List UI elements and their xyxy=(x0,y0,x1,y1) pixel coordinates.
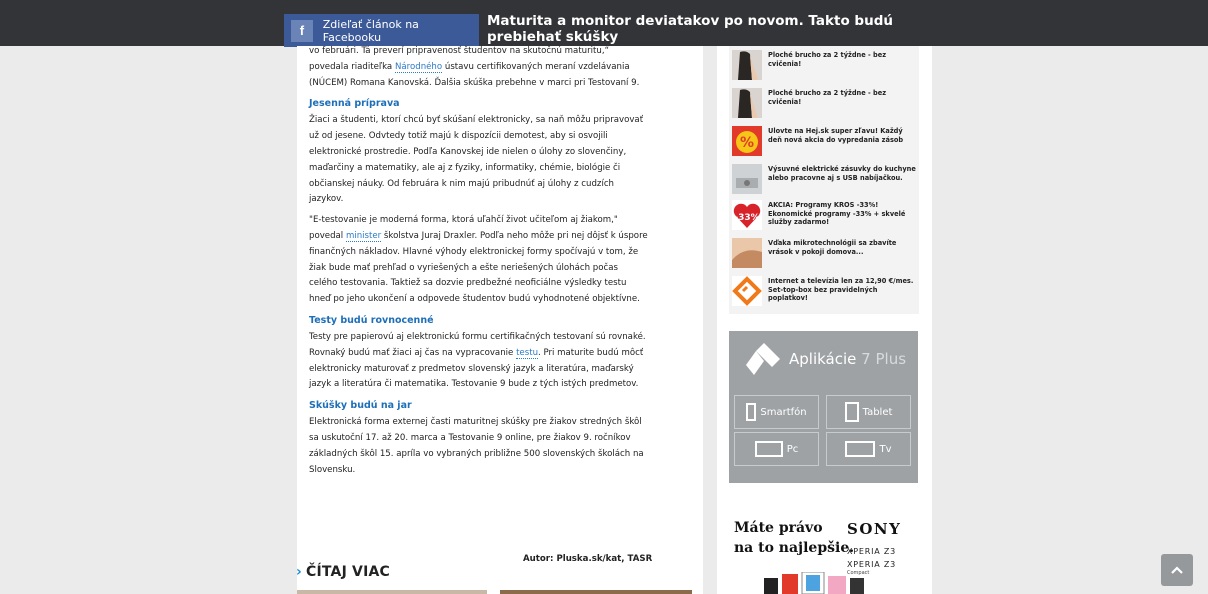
link-minister[interactable]: minister xyxy=(345,230,382,242)
chevron-right-icon: › xyxy=(296,564,302,580)
ad-item[interactable]: Ploché brucho za 2 týždne - bez cvičenia… xyxy=(732,88,918,118)
article-author: Autor: Pluska.sk/kat, TASR xyxy=(523,554,653,564)
heading-spring-exams: Skúšky budú na jar xyxy=(309,400,412,412)
app-smartphone-button[interactable]: Smartfón xyxy=(734,395,819,429)
sony-claim-line: na to najlepšie. xyxy=(734,540,855,556)
apps-title: Aplikácie 7 Plus xyxy=(789,350,906,368)
app-tablet-button[interactable]: Tablet xyxy=(826,395,911,429)
ad-item[interactable]: % Ulovte na Hej.sk super zľavu! Každý de… xyxy=(732,126,918,156)
article-title: Maturita a monitor deviatakov po novom. … xyxy=(487,13,893,45)
phones-image-icon xyxy=(764,572,864,594)
tv-icon xyxy=(845,441,876,457)
ad-item[interactable]: Výsuvné elektrické zásuvky do kuchyne al… xyxy=(732,164,918,194)
paragraph-spring: Elektronická forma externej časti maturi… xyxy=(309,417,644,475)
link-narodneho[interactable]: Národného xyxy=(394,61,443,73)
ad-text: Internet a televízia len za 12,90 €/mes.… xyxy=(768,277,914,303)
apps-title-main: Aplikácie xyxy=(789,350,857,368)
socket-photo-icon xyxy=(732,164,762,194)
read-more-heading[interactable]: › ČÍTAJ VIAC xyxy=(296,564,390,580)
ad-item[interactable]: Vďaka mikrotechnológii sa zbavíte vrások… xyxy=(732,238,918,268)
sony-model: XPERIA Z3 xyxy=(847,547,897,556)
paragraph-autumn: Žiaci a študenti, ktorí chcú byť skúšaní… xyxy=(309,115,644,205)
read-more-label: ČÍTAJ VIAC xyxy=(305,564,391,580)
monitor-icon xyxy=(754,441,783,457)
sticky-header: f Zdieľať článok na Facebooku Maturita a… xyxy=(0,0,1208,47)
face-photo-icon xyxy=(732,238,762,268)
sony-logo: SONY xyxy=(847,520,902,538)
discount-badge-icon: -33% xyxy=(732,200,762,230)
facebook-icon: f xyxy=(291,19,313,42)
facebook-share-label: Zdieľať článok na Facebooku xyxy=(322,17,419,44)
ad-text: AKCIA: Programy KROS -33%! Ekonomické pr… xyxy=(768,201,906,227)
related-article-thumbnail[interactable] xyxy=(297,590,487,594)
ad-item[interactable]: Internet a televízia len za 12,90 €/mes.… xyxy=(732,276,918,306)
sony-claim: Máte právo na to najlepšie. xyxy=(734,518,854,558)
paragraph-intro: vo februári. Tá preverí pripravenosť štu… xyxy=(309,44,649,91)
related-article-thumbnail[interactable] xyxy=(500,590,692,594)
ad-text: Ploché brucho za 2 týždne - bez cvičenia… xyxy=(768,51,887,68)
app-pc-button[interactable]: Pc xyxy=(734,432,819,466)
facebook-share-button[interactable]: f Zdieľať článok na Facebooku xyxy=(284,14,479,47)
app-button-label: Tv xyxy=(879,443,892,455)
provider-logo-icon xyxy=(732,276,762,306)
ad-text: Ulovte na Hej.sk super zľavu! Každý deň … xyxy=(768,127,904,144)
app-button-label: Pc xyxy=(786,443,799,455)
heading-autumn-prep: Jesenná príprava xyxy=(309,98,400,110)
seven-plus-logo-icon xyxy=(746,343,780,375)
tablet-icon xyxy=(844,402,859,422)
sony-model: XPERIA Z3 xyxy=(847,560,897,569)
paragraph-equal: Testy pre papierovú aj elektronickú form… xyxy=(309,330,649,393)
link-testu[interactable]: testu xyxy=(516,347,539,359)
scroll-to-top-button[interactable] xyxy=(1161,554,1193,586)
fitness-photo-icon xyxy=(732,88,762,118)
apps-panel: Aplikácie 7 Plus Smartfón Tablet Pc Tv xyxy=(729,331,918,483)
fitness-photo-icon xyxy=(732,50,762,80)
app-button-label: Tablet xyxy=(862,406,893,418)
ad-item[interactable]: Ploché brucho za 2 týždne - bez cvičenia… xyxy=(732,50,918,80)
chevron-up-icon xyxy=(1171,566,1183,574)
smartphone-icon xyxy=(746,403,757,421)
sony-claim-line: Máte právo xyxy=(734,520,823,536)
ad-item[interactable]: -33% AKCIA: Programy KROS -33%! Ekonomic… xyxy=(732,200,918,230)
ad-text: Ploché brucho za 2 týždne - bez cvičenia… xyxy=(768,89,887,106)
svg-text:-33%: -33% xyxy=(734,213,759,223)
ad-text: Vďaka mikrotechnológii sa zbavíte vrások… xyxy=(768,239,897,256)
svg-text:%: % xyxy=(740,135,754,151)
heading-equal-tests: Testy budú rovnocenné xyxy=(309,314,434,326)
percent-badge-icon: % xyxy=(732,126,762,156)
app-tv-button[interactable]: Tv xyxy=(826,432,911,466)
sony-ad-banner[interactable]: Máte právo na to najlepšie. SONY XPERIA Z… xyxy=(734,518,914,594)
app-button-label: Smartfón xyxy=(760,406,807,418)
paragraph-quote: "E-testovanie je moderná forma, ktorá uľ… xyxy=(309,213,649,308)
apps-title-brand: 7 Plus xyxy=(861,350,907,368)
ad-text: Výsuvné elektrické zásuvky do kuchyne al… xyxy=(768,165,916,182)
article-body: vo februári. Tá preverí pripravenosť štu… xyxy=(309,44,649,483)
